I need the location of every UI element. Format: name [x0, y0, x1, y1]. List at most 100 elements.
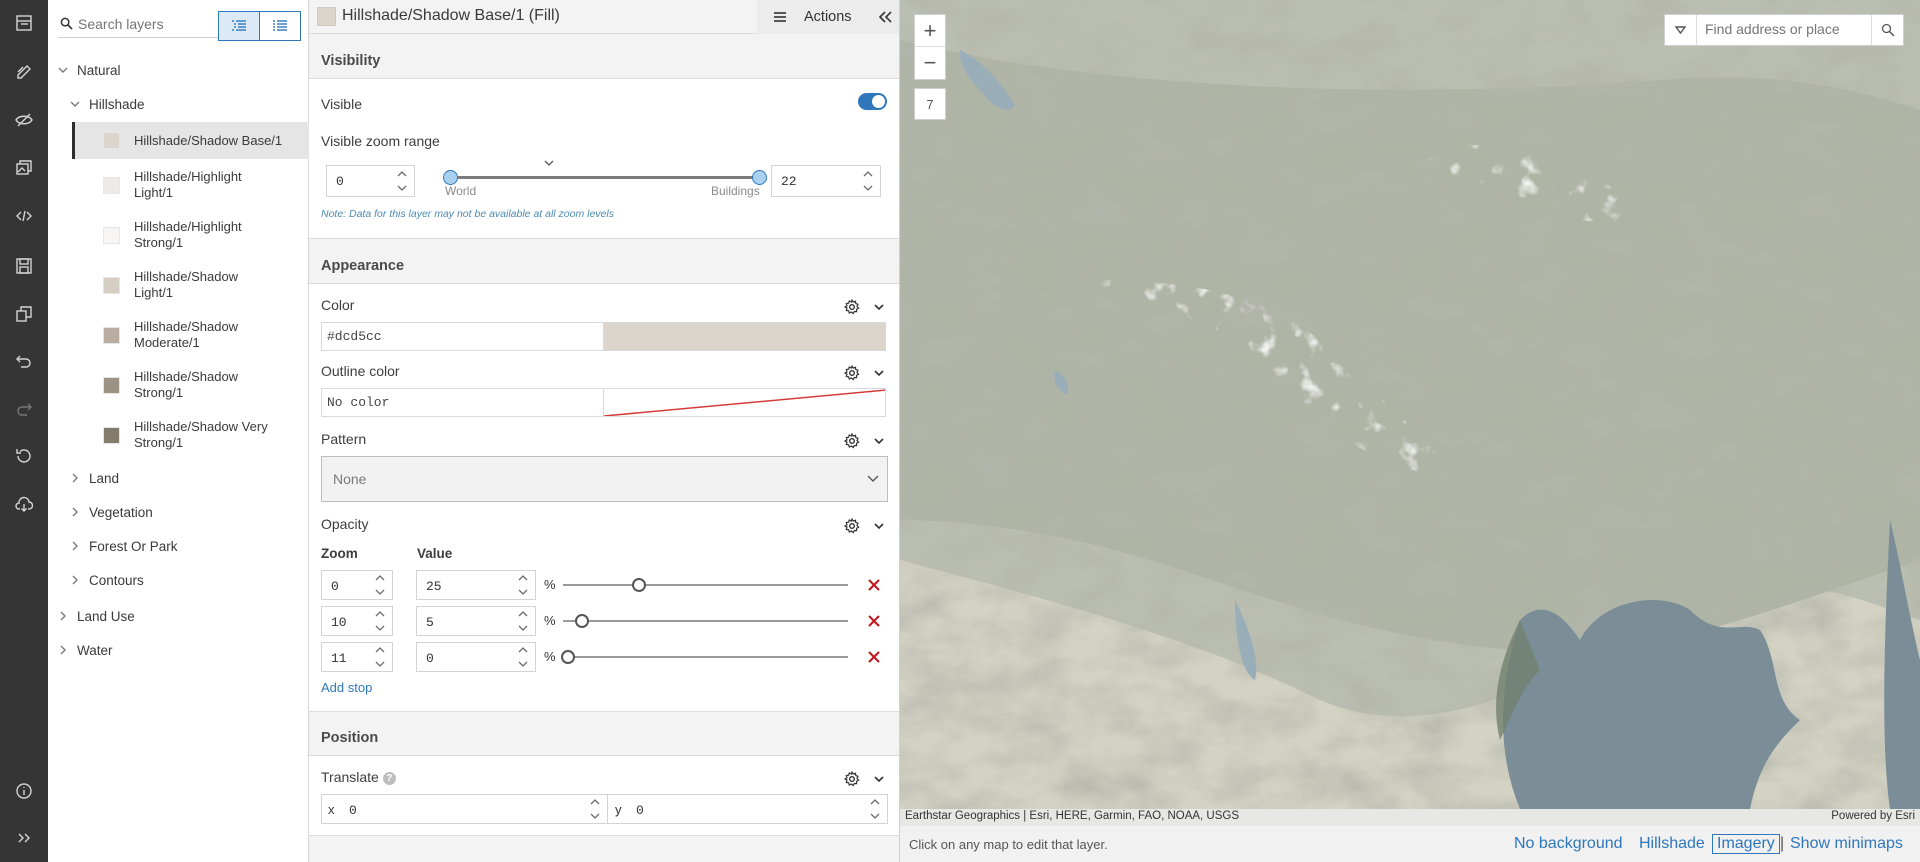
search-layers-input[interactable] — [78, 15, 218, 32]
outline-no-color-preview[interactable] — [603, 388, 886, 417]
max-zoom-stepper[interactable] — [771, 165, 881, 197]
find-address-input[interactable] — [1705, 21, 1865, 37]
tree-group-forest-or-park[interactable]: Forest Or Park — [48, 536, 309, 556]
zoom-range-track[interactable] — [450, 176, 759, 179]
stop-zoom-stepper[interactable] — [321, 606, 393, 637]
translate-y-stepper[interactable]: y — [607, 794, 888, 825]
min-zoom-stepper[interactable] — [326, 165, 415, 197]
gear-icon[interactable] — [844, 433, 860, 449]
position-section-heading[interactable]: Position — [309, 720, 899, 756]
layer-item[interactable]: Hillshade/Shadow Light/1 — [72, 265, 309, 305]
opacity-slider-track[interactable] — [563, 584, 848, 586]
chevron-down-icon[interactable] — [874, 303, 884, 311]
copy-icon[interactable] — [0, 292, 48, 336]
reset-icon[interactable] — [0, 434, 48, 478]
chevron-down-icon[interactable] — [874, 522, 884, 530]
tree-group-natural[interactable]: Natural — [48, 60, 309, 80]
translate-x-input[interactable] — [340, 795, 560, 825]
stepper-arrows[interactable] — [511, 643, 535, 671]
stepper-arrows[interactable] — [583, 795, 607, 823]
pattern-options[interactable] — [844, 433, 884, 449]
gear-icon[interactable] — [844, 771, 860, 787]
show-minimaps-option[interactable]: Show minimaps — [1790, 835, 1903, 853]
map-view[interactable]: + − 7 Earthstar Geographics | Esri, HERE… — [900, 0, 1920, 862]
stop-zoom-stepper[interactable] — [321, 570, 393, 601]
collapse-panel-button[interactable] — [869, 0, 899, 34]
opacity-slider-knob[interactable] — [575, 614, 589, 628]
layer-item[interactable]: Hillshade/Shadow Very Strong/1 — [72, 415, 309, 455]
gear-icon[interactable] — [844, 299, 860, 315]
color-options[interactable] — [844, 299, 884, 315]
stepper-arrows[interactable] — [863, 795, 887, 823]
color-preview[interactable] — [603, 322, 886, 351]
stop-value-stepper[interactable] — [416, 642, 536, 673]
stepper-arrows[interactable] — [368, 643, 392, 671]
translate-y-input[interactable] — [627, 795, 847, 825]
stepper-arrows[interactable] — [368, 607, 392, 635]
stepper-arrows[interactable] — [856, 166, 880, 196]
stop-zoom-input[interactable] — [322, 643, 370, 673]
opacity-slider-knob[interactable] — [632, 578, 646, 592]
tree-group-land[interactable]: Land — [48, 468, 309, 488]
save-icon[interactable] — [0, 244, 48, 288]
layer-item[interactable]: Hillshade/Highlight Light/1 — [72, 165, 309, 205]
opacity-slider-knob[interactable] — [561, 650, 575, 664]
visible-toggle[interactable] — [858, 93, 887, 110]
chevron-down-icon[interactable] — [874, 437, 884, 445]
source-dropdown-button[interactable] — [1665, 15, 1697, 45]
appearance-section-heading[interactable]: Appearance — [309, 248, 899, 284]
stepper-arrows[interactable] — [511, 607, 535, 635]
layer-item[interactable]: Hillshade/Shadow Base/1 — [72, 122, 309, 159]
delete-stop-button[interactable] — [867, 578, 881, 592]
tree-group-land-use[interactable]: Land Use — [48, 606, 309, 626]
cloud-download-icon[interactable] — [0, 482, 48, 526]
compact-view-button[interactable] — [259, 11, 301, 41]
stop-value-stepper[interactable] — [416, 570, 536, 601]
stop-value-stepper[interactable] — [416, 606, 536, 637]
translate-options[interactable] — [844, 771, 884, 787]
layers-icon[interactable] — [0, 1, 48, 45]
info-icon[interactable] — [0, 769, 48, 813]
edit-icon[interactable] — [0, 50, 48, 94]
actions-button[interactable]: Actions — [757, 0, 869, 34]
expand-icon[interactable] — [0, 816, 48, 860]
layer-item[interactable]: Hillshade/Shadow Strong/1 — [72, 365, 309, 405]
tree-group-vegetation[interactable]: Vegetation — [48, 502, 309, 522]
redo-icon[interactable] — [0, 388, 48, 432]
stop-value-input[interactable] — [417, 643, 513, 673]
visibility-icon[interactable] — [0, 98, 48, 142]
opacity-options[interactable] — [844, 518, 884, 534]
min-zoom-handle[interactable] — [443, 170, 458, 185]
tree-group-contours[interactable]: Contours — [48, 570, 309, 590]
imagery-option[interactable]: Imagery — [1712, 834, 1780, 854]
layer-item[interactable]: Hillshade/Highlight Strong/1 — [72, 215, 309, 255]
translate-x-stepper[interactable]: x — [321, 794, 608, 825]
hillshade-option[interactable]: Hillshade — [1639, 835, 1705, 853]
opacity-slider-track[interactable] — [563, 656, 848, 658]
list-view-button[interactable] — [218, 11, 260, 41]
tree-group-water[interactable]: Water — [48, 640, 309, 660]
delete-stop-button[interactable] — [867, 614, 881, 628]
gear-icon[interactable] — [844, 518, 860, 534]
stop-zoom-input[interactable] — [322, 607, 370, 637]
max-zoom-input[interactable] — [772, 166, 856, 196]
stepper-arrows[interactable] — [368, 571, 392, 599]
add-stop-link[interactable]: Add stop — [321, 680, 372, 695]
chevron-down-icon[interactable] — [874, 775, 884, 783]
outline-color-field[interactable]: No color — [321, 388, 614, 417]
zoom-in-button[interactable]: + — [915, 15, 945, 47]
stop-value-input[interactable] — [417, 571, 513, 601]
stop-zoom-input[interactable] — [322, 571, 370, 601]
min-zoom-input[interactable] — [327, 166, 391, 196]
images-icon[interactable] — [0, 146, 48, 190]
undo-icon[interactable] — [0, 340, 48, 384]
chevron-down-icon[interactable] — [874, 369, 884, 377]
stepper-arrows[interactable] — [390, 166, 414, 196]
visibility-section-heading[interactable]: Visibility — [309, 43, 899, 79]
stop-zoom-stepper[interactable] — [321, 642, 393, 673]
stepper-arrows[interactable] — [511, 571, 535, 599]
powered-by-text[interactable]: Powered by Esri — [1831, 810, 1915, 825]
geocoder-search-button[interactable] — [1871, 15, 1903, 45]
delete-stop-button[interactable] — [867, 650, 881, 664]
gear-icon[interactable] — [844, 365, 860, 381]
